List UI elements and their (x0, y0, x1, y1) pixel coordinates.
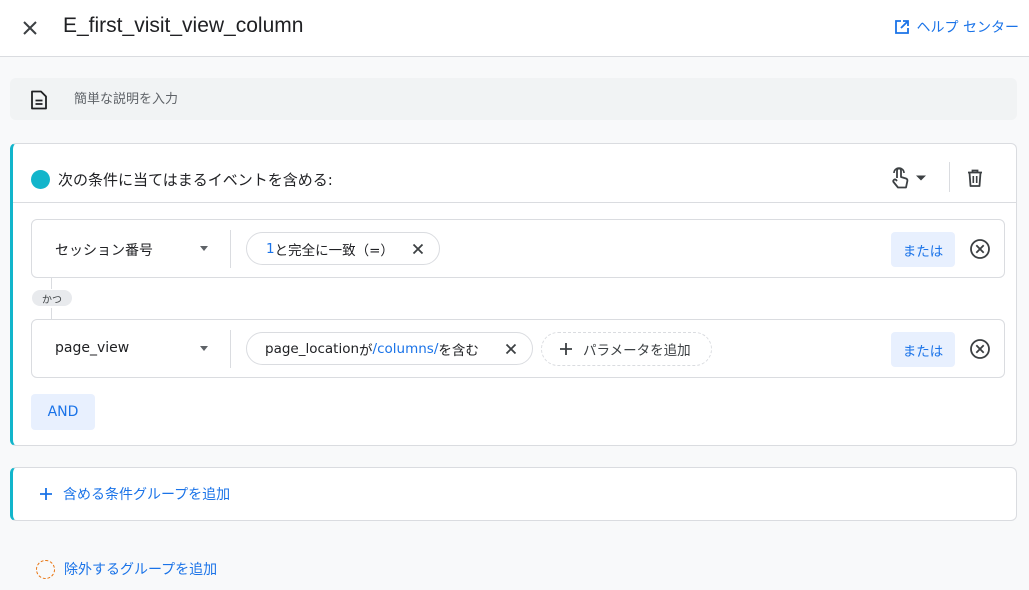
chip-operator: と完全に一致（=） (274, 242, 394, 259)
delete-group-button[interactable] (965, 168, 985, 192)
event-dropdown[interactable]: セッション番号 (32, 220, 230, 277)
description-field[interactable] (10, 78, 1017, 120)
header-divider (949, 162, 950, 192)
or-button[interactable]: または (891, 232, 955, 267)
close-icon[interactable] (504, 342, 518, 356)
help-center-label: ヘルプ センター (916, 20, 1019, 36)
parameter-chip[interactable]: page_location が /columns/ を含む (246, 332, 533, 365)
remove-condition-button[interactable] (969, 338, 991, 364)
chevron-down-icon (916, 175, 926, 181)
event-dropdown-label: セッション番号 (55, 243, 153, 259)
add-include-group-button[interactable]: 含める条件グループを追加 (10, 467, 1017, 521)
cancel-circle-icon (970, 339, 990, 359)
add-include-group-label: 含める条件グループを追加 (63, 487, 231, 503)
header: E_first_visit_view_column ヘルプ センター (0, 0, 1029, 57)
close-icon[interactable] (411, 242, 425, 256)
condition-group-title: 次の条件に当てはまるイベントを含める: (58, 171, 333, 189)
condition-divider (230, 230, 231, 268)
add-parameter-button[interactable]: パラメータを追加 (541, 332, 712, 366)
close-icon (23, 21, 37, 35)
trash-icon (968, 169, 982, 187)
touch-icon (892, 167, 909, 189)
page-title: E_first_visit_view_column (63, 14, 304, 37)
include-condition-group: 次の条件に当てはまるイベントを含める: セッション番号 1 と完全に一致（=） (10, 143, 1017, 446)
chip-operator: が (359, 342, 373, 359)
chip-value: /columns/ (372, 340, 439, 357)
condition-group-header: 次の条件に当てはまるイベントを含める: (13, 144, 1016, 203)
add-parameter-label: パラメータを追加 (583, 343, 691, 359)
help-center-link[interactable]: ヘルプ センター (894, 17, 1019, 37)
condition-value-chip[interactable]: 1 と完全に一致（=） (246, 232, 440, 265)
group-color-dot (31, 170, 50, 189)
plus-icon (40, 488, 52, 500)
add-exclude-group-label: 除外するグループを追加 (64, 562, 218, 578)
description-input[interactable] (74, 88, 974, 110)
condition-divider (230, 330, 231, 368)
document-icon (31, 90, 47, 110)
and-connector-badge: かつ (32, 290, 72, 306)
condition-scope-dropdown[interactable] (889, 166, 927, 190)
close-button[interactable] (14, 12, 46, 44)
and-button[interactable]: AND (31, 394, 95, 430)
dropdown-arrow-icon (200, 346, 208, 351)
cancel-circle-icon (970, 239, 990, 259)
event-dropdown[interactable]: page_view (32, 320, 230, 377)
open-in-new-icon (894, 20, 909, 34)
chip-value: 1 (266, 240, 275, 257)
remove-condition-button[interactable] (969, 238, 991, 264)
dropdown-arrow-icon (200, 246, 208, 251)
connector-line (51, 308, 52, 319)
or-button[interactable]: または (891, 332, 955, 367)
plus-icon (560, 343, 572, 355)
event-dropdown-label: page_view (55, 340, 130, 356)
chip-param: page_location (265, 340, 360, 357)
connector-line (51, 278, 52, 289)
condition-row: page_view page_location が /columns/ を含む … (31, 319, 1005, 378)
exclude-circle-icon (36, 559, 55, 579)
condition-row: セッション番号 1 と完全に一致（=） または (31, 219, 1005, 278)
chip-suffix: を含む (438, 342, 479, 359)
add-exclude-group-button[interactable]: 除外するグループを追加 (36, 559, 217, 579)
